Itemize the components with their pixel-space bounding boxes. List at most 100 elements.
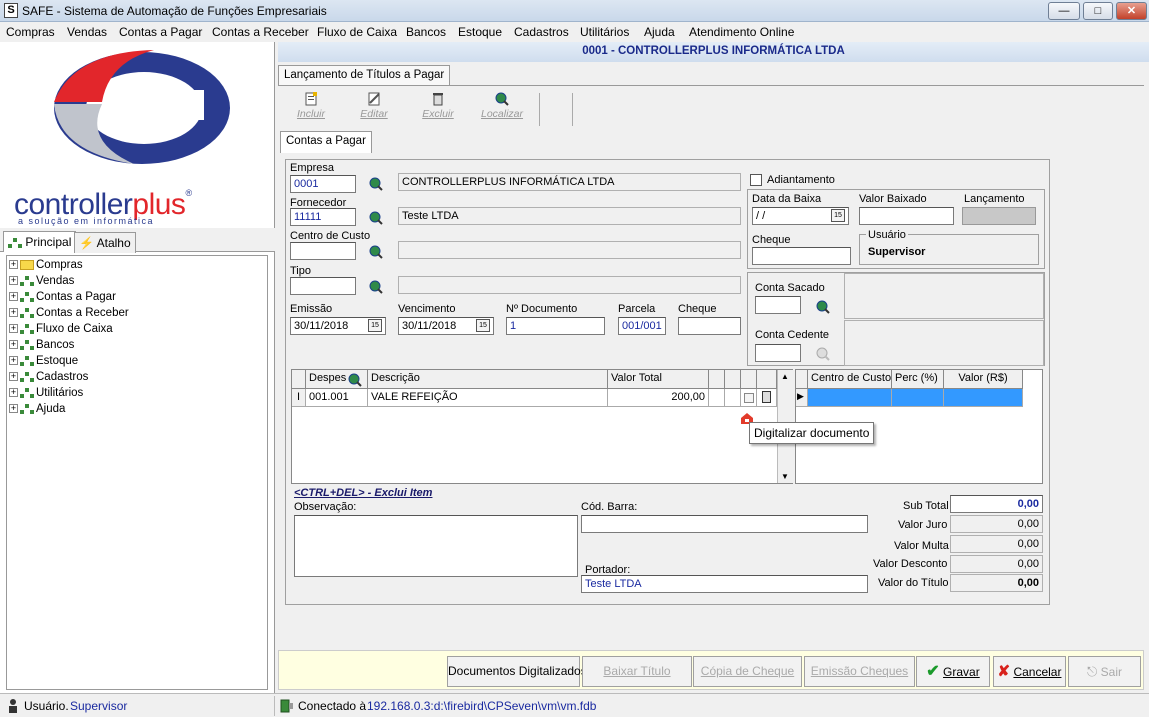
row-valor-selected[interactable] [944,389,1023,407]
calendar-icon[interactable]: 15 [831,209,845,222]
tree-item-cadastros[interactable]: + Cadastros [9,371,88,387]
tree-item-compras[interactable]: + Compras [9,259,83,275]
search-globe-icon[interactable] [369,177,383,191]
tree-item-bancos[interactable]: + Bancos [9,339,74,355]
expand-icon[interactable]: + [9,276,18,286]
tipo-input[interactable] [290,277,356,295]
tree-item-estoque[interactable]: + Estoque [9,355,78,371]
calculator-icon[interactable] [757,389,777,407]
parcela-input[interactable]: 001/001 [618,317,666,335]
fornecedor-code-input[interactable]: 11111 [290,208,356,226]
company-logo: controllerplus® a solução em informática [14,42,264,228]
search-globe-icon[interactable] [369,280,383,294]
tree-node-icon [20,307,34,318]
row-perc-selected[interactable] [892,389,944,407]
search-globe-icon[interactable] [369,245,383,259]
expand-icon[interactable]: + [9,388,18,398]
expand-icon[interactable]: + [9,404,18,414]
expand-icon[interactable]: + [9,308,18,318]
left-tabs: Principal ⚡ Atalho [0,228,275,253]
baixar-titulo-button[interactable]: Baixar Título [582,656,692,687]
calendar-icon[interactable]: 15 [368,319,382,332]
menu-contas-a-pagar[interactable]: Contas a Pagar [119,25,202,39]
sair-button[interactable]: ⎋ Sair [1068,656,1141,687]
cancelar-button[interactable]: ✘ Cancelar [993,656,1066,687]
scroll-down-icon[interactable]: ▼ [781,472,789,481]
tree-item-contas-a-pagar[interactable]: + Contas a Pagar [9,291,116,307]
app-icon: S [4,3,18,18]
menu-utilitarios[interactable]: Utilitários [580,25,629,39]
menu-contas-a-receber[interactable]: Contas a Receber [212,25,309,39]
minimize-button[interactable]: — [1048,2,1080,20]
items-grid[interactable]: Despes Descrição Valor Total I 001.001 V… [291,369,793,484]
incluir-button[interactable]: Incluir [286,92,336,120]
scroll-up-icon[interactable]: ▲ [781,372,789,381]
expand-icon[interactable]: + [9,292,18,302]
tree-item-utilitarios[interactable]: + Utilitários [9,387,83,403]
expand-icon[interactable]: + [9,356,18,366]
adiantamento-checkbox[interactable] [750,174,762,186]
menu-cadastros[interactable]: Cadastros [514,25,569,39]
tipo-name-field [398,276,741,294]
emissao-cheques-button[interactable]: Emissão Cheques [804,656,915,687]
tree-item-ajuda[interactable]: + Ajuda [9,403,65,419]
observacao-textarea[interactable] [294,515,578,577]
delete-hint: <CTRL+DEL> - Exclui Item [294,487,433,499]
close-button[interactable]: ✕ [1116,2,1147,20]
title-bar: S SAFE - Sistema de Automação de Funções… [0,0,1149,22]
cheque-input[interactable] [678,317,741,335]
localizar-button[interactable]: Localizar [477,92,527,120]
tree-item-contas-a-receber[interactable]: + Contas a Receber [9,307,129,323]
row-digitalizar-cell[interactable] [741,389,757,407]
maximize-button[interactable]: □ [1083,2,1113,20]
menu-bancos[interactable]: Bancos [406,25,446,39]
row-valor-total[interactable]: 200,00 [608,389,709,407]
excluir-button[interactable]: Excluir [413,92,463,120]
grid-header-valor-total[interactable]: Valor Total [608,370,709,389]
menu-estoque[interactable]: Estoque [458,25,502,39]
cheque-baixa-input[interactable] [752,247,851,265]
grid-header-valor[interactable]: Valor (R$) [944,370,1023,389]
conta-cedente-input[interactable] [755,344,801,362]
row-centro-custo-selected[interactable] [808,389,892,407]
row-despesa[interactable]: 001.001 [306,389,368,407]
tab-atalho[interactable]: ⚡ Atalho [74,232,136,253]
portador-input[interactable]: Teste LTDA [581,575,868,593]
tab-lancamento-titulos[interactable]: Lançamento de Títulos a Pagar [278,65,451,86]
empresa-code-input[interactable]: 0001 [290,175,356,193]
menu-fluxo-de-caixa[interactable]: Fluxo de Caixa [317,25,397,39]
search-globe-icon[interactable] [369,211,383,225]
grid-header-perc[interactable]: Perc (%) [892,370,944,389]
tree-item-fluxo-de-caixa[interactable]: + Fluxo de Caixa [9,323,113,339]
conta-sacado-input[interactable] [755,296,801,314]
centro-custo-name-field [398,241,741,259]
expand-icon[interactable]: + [9,372,18,382]
new-document-icon [305,92,317,106]
documento-input[interactable]: 1 [506,317,605,335]
calendar-icon[interactable]: 15 [476,319,490,332]
copia-cheque-button[interactable]: Cópia de Cheque [693,656,802,687]
expand-icon[interactable]: + [9,324,18,334]
search-globe-icon[interactable] [816,300,830,314]
tab-principal[interactable]: Principal [3,231,77,252]
grid-header-centro-custo[interactable]: Centro de Custo [808,370,892,389]
menu-vendas[interactable]: Vendas [67,25,107,39]
menu-atendimento-online[interactable]: Atendimento Online [689,25,794,39]
centro-custo-input[interactable] [290,242,356,260]
documentos-digitalizados-button[interactable]: Documentos Digitalizados [447,656,587,687]
cheque-baixa-label: Cheque [752,234,791,246]
cod-barra-input[interactable] [581,515,868,533]
search-globe-icon[interactable] [348,373,362,387]
tree-item-vendas[interactable]: + Vendas [9,275,74,291]
valor-baixado-input[interactable] [859,207,954,225]
editar-button[interactable]: Editar [349,92,399,120]
tab-contas-a-pagar[interactable]: Contas a Pagar [280,131,372,153]
expand-icon[interactable]: + [9,340,18,350]
expand-icon[interactable]: + [9,260,18,270]
grid-header-descricao[interactable]: Descrição [368,370,608,389]
menu-ajuda[interactable]: Ajuda [644,25,675,39]
row-descricao[interactable]: VALE REFEIÇÃO [368,389,608,407]
menu-compras[interactable]: Compras [6,25,55,39]
gravar-button[interactable]: ✔ Gravar [916,656,990,687]
tree-node-icon [20,371,34,382]
